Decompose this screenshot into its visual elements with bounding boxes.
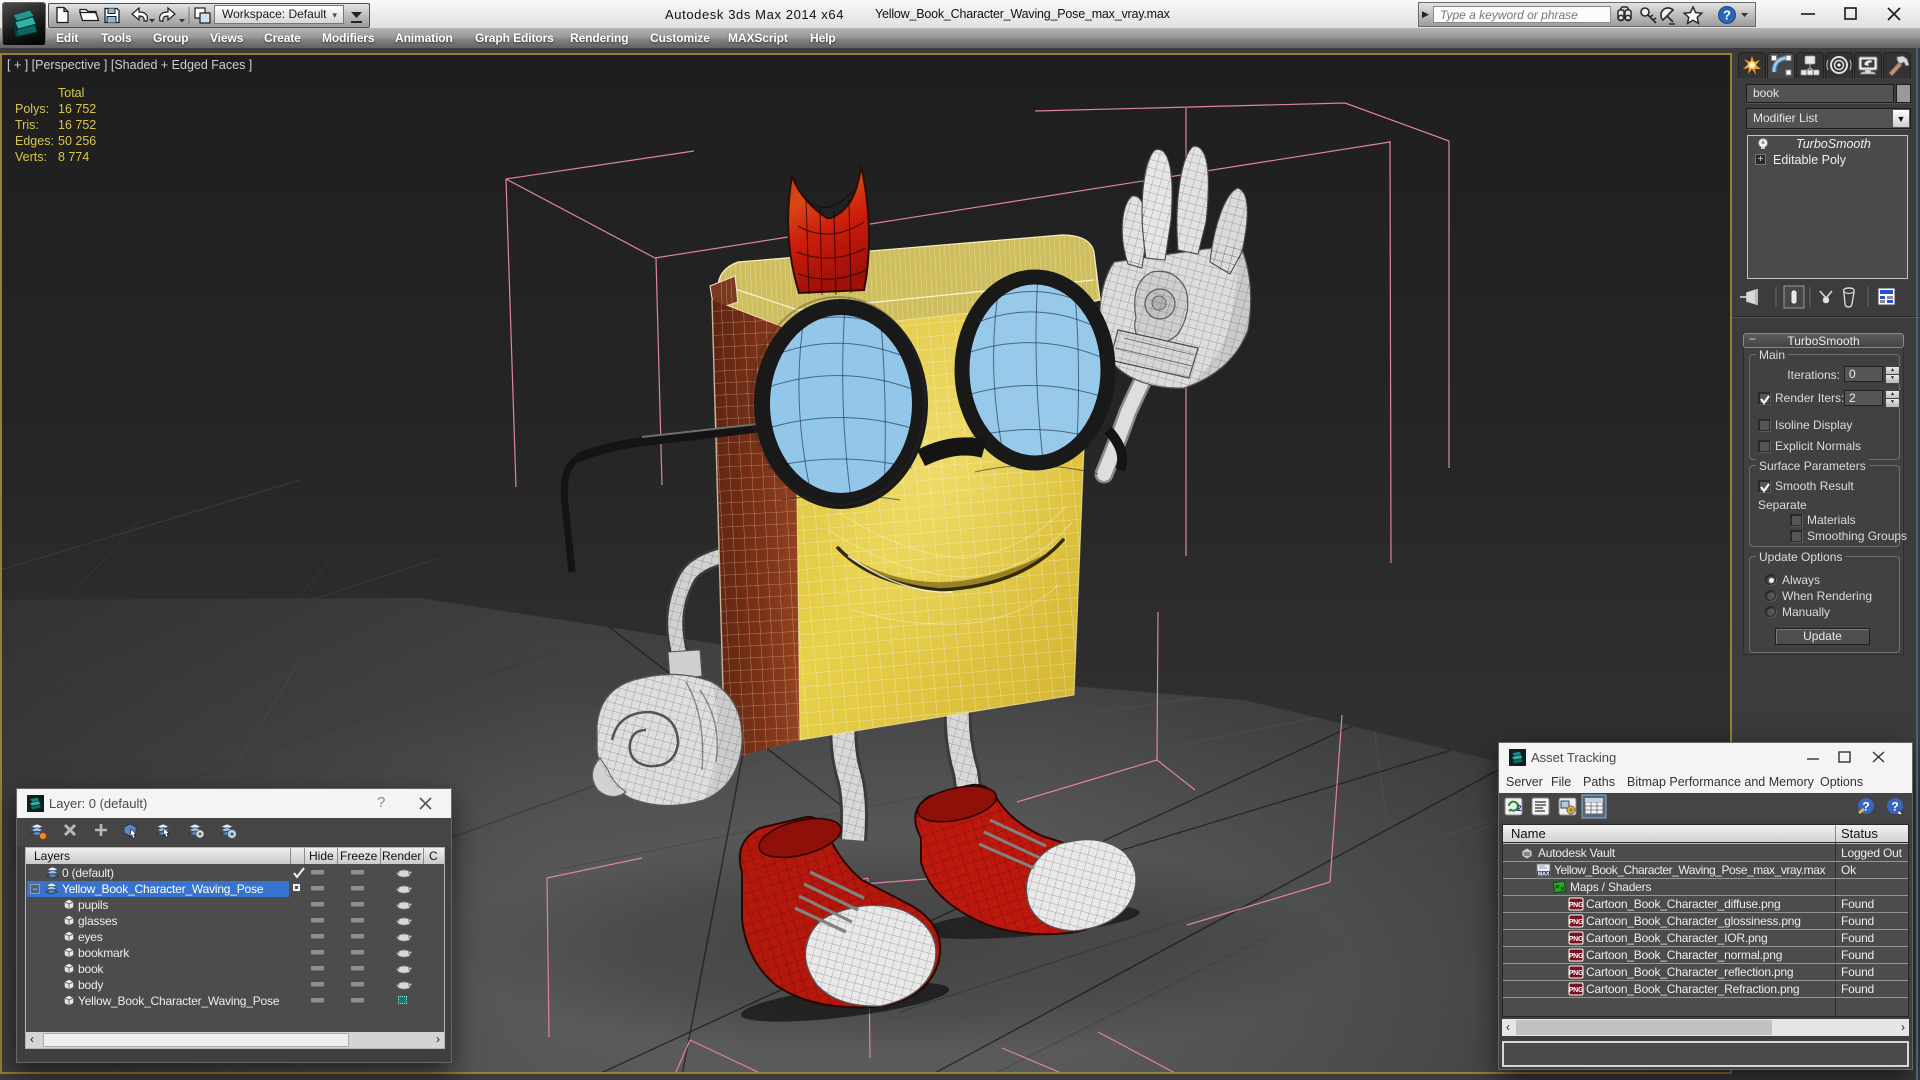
svg-text:?: ?: [1862, 800, 1869, 814]
svg-text:MAX: MAX: [1538, 872, 1550, 878]
svg-text:2: 2: [1517, 804, 1522, 813]
svg-text:?: ?: [1891, 800, 1898, 814]
svg-text:?: ?: [1723, 8, 1731, 23]
